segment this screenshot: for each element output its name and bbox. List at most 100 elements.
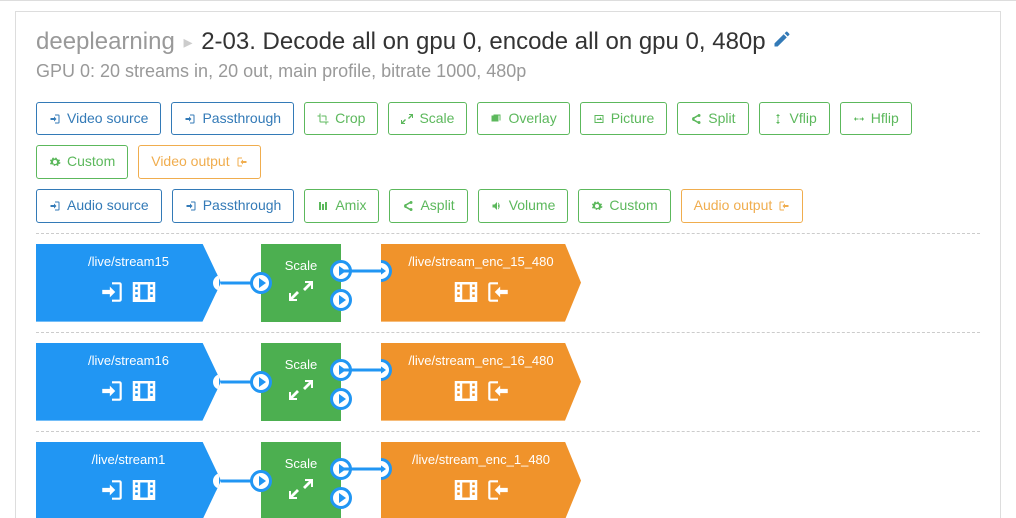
edit-icon[interactable] (772, 28, 792, 55)
login-icon (99, 378, 125, 404)
share-icon (402, 200, 414, 212)
sink-label: /live/stream_enc_15_480 (381, 244, 581, 273)
source-label: /live/stream1 (36, 442, 221, 471)
login-icon (99, 279, 125, 305)
logout-icon (236, 156, 248, 168)
button-label: Picture (611, 109, 655, 129)
button-label: Passthrough (203, 196, 282, 216)
logout-icon (778, 200, 790, 212)
audio-audio-output-button[interactable]: Audio output (681, 189, 804, 223)
film-icon (129, 376, 159, 406)
breadcrumb: deeplearning ▸ 2-03. Decode all on gpu 0… (36, 28, 980, 57)
breadcrumb-root[interactable]: deeplearning (36, 28, 175, 55)
pipeline-canvas: /live/stream15 Scale/live/stream_enc_15_4… (36, 233, 980, 518)
audio-custom-button[interactable]: Custom (578, 189, 670, 223)
input-port[interactable] (250, 371, 272, 393)
page-subtitle: GPU 0: 20 streams in, 20 out, main profi… (36, 61, 980, 82)
filter-node[interactable]: Scale (261, 343, 341, 421)
login-icon (49, 200, 61, 212)
video-toolbar: Video source Passthrough Crop Scale Overlay P… (36, 102, 980, 179)
sink-label: /live/stream_enc_1_480 (381, 442, 581, 471)
logout-icon (485, 477, 511, 503)
button-label: Volume (509, 196, 556, 216)
button-label: Hflip (871, 109, 899, 129)
sink-node[interactable]: /live/stream_enc_1_480 (381, 442, 581, 518)
video-picture-button[interactable]: Picture (580, 102, 668, 136)
chevron-right-icon: ▸ (181, 32, 194, 54)
video-split-button[interactable]: Split (677, 102, 748, 136)
cog-icon (49, 156, 61, 168)
filter-node[interactable]: Scale (261, 244, 341, 322)
sink-label: /live/stream_enc_16_480 (381, 343, 581, 372)
video-hflip-button[interactable]: Hflip (840, 102, 912, 136)
login-icon (49, 113, 61, 125)
button-label: Video output (151, 152, 229, 172)
expand-icon (289, 378, 313, 402)
filter-node[interactable]: Scale (261, 442, 341, 518)
film-icon (129, 475, 159, 505)
crop-icon (317, 113, 329, 125)
video-video-output-button[interactable]: Video output (138, 145, 260, 179)
logout-icon (485, 378, 511, 404)
video-crop-button[interactable]: Crop (304, 102, 378, 136)
cog-icon (591, 200, 603, 212)
video-custom-button[interactable]: Custom (36, 145, 128, 179)
vflip-icon (772, 113, 784, 125)
button-label: Passthrough (202, 109, 281, 129)
button-label: Scale (419, 109, 454, 129)
share-icon (690, 113, 702, 125)
film-icon (451, 277, 481, 307)
pipeline-row: /live/stream15 Scale/live/stream_enc_15_4… (36, 234, 980, 333)
source-label: /live/stream16 (36, 343, 221, 372)
source-node[interactable]: /live/stream1 (36, 442, 221, 518)
picture-icon (593, 113, 605, 125)
filter-label: Scale (281, 351, 322, 374)
film-icon (451, 376, 481, 406)
button-label: Custom (67, 152, 115, 172)
audio-audio-source-button[interactable]: Audio source (36, 189, 162, 223)
sink-node[interactable]: /live/stream_enc_16_480 (381, 343, 581, 421)
button-label: Asplit (420, 196, 454, 216)
video-vflip-button[interactable]: Vflip (759, 102, 830, 136)
sink-node[interactable]: /live/stream_enc_15_480 (381, 244, 581, 322)
source-label: /live/stream15 (36, 244, 221, 273)
button-label: Custom (609, 196, 657, 216)
video-passthrough-button[interactable]: Passthrough (171, 102, 294, 136)
source-node[interactable]: /live/stream15 (36, 244, 221, 322)
pipeline-row: /live/stream1 Scale/live/stream_enc_1_480 (36, 432, 980, 518)
login-icon (184, 113, 196, 125)
source-node[interactable]: /live/stream16 (36, 343, 221, 421)
input-port[interactable] (250, 272, 272, 294)
button-label: Amix (335, 196, 366, 216)
video-overlay-button[interactable]: Overlay (477, 102, 569, 136)
film-icon (451, 475, 481, 505)
button-label: Audio source (67, 196, 149, 216)
layers-icon (490, 113, 502, 125)
audio-amix-button[interactable]: Amix (304, 189, 379, 223)
audio-asplit-button[interactable]: Asplit (389, 189, 467, 223)
button-label: Audio output (694, 196, 773, 216)
film-icon (129, 277, 159, 307)
expand-icon (289, 279, 313, 303)
filter-label: Scale (281, 252, 322, 275)
login-icon (185, 200, 197, 212)
pipeline-row: /live/stream16 Scale/live/stream_enc_16_4… (36, 333, 980, 432)
audio-volume-button[interactable]: Volume (478, 189, 569, 223)
audio-toolbar: Audio source Passthrough Amix Asplit Volume C… (36, 189, 980, 223)
button-label: Video source (67, 109, 148, 129)
hflip-icon (853, 113, 865, 125)
audio-passthrough-button[interactable]: Passthrough (172, 189, 295, 223)
filter-label: Scale (281, 450, 322, 473)
button-label: Crop (335, 109, 365, 129)
input-port[interactable] (250, 470, 272, 492)
video-scale-button[interactable]: Scale (388, 102, 467, 136)
expand-icon (401, 113, 413, 125)
expand-icon (289, 477, 313, 501)
login-icon (99, 477, 125, 503)
button-label: Split (708, 109, 735, 129)
button-label: Vflip (790, 109, 817, 129)
mix-icon (317, 200, 329, 212)
button-label: Overlay (508, 109, 556, 129)
video-video-source-button[interactable]: Video source (36, 102, 161, 136)
volume-icon (491, 200, 503, 212)
